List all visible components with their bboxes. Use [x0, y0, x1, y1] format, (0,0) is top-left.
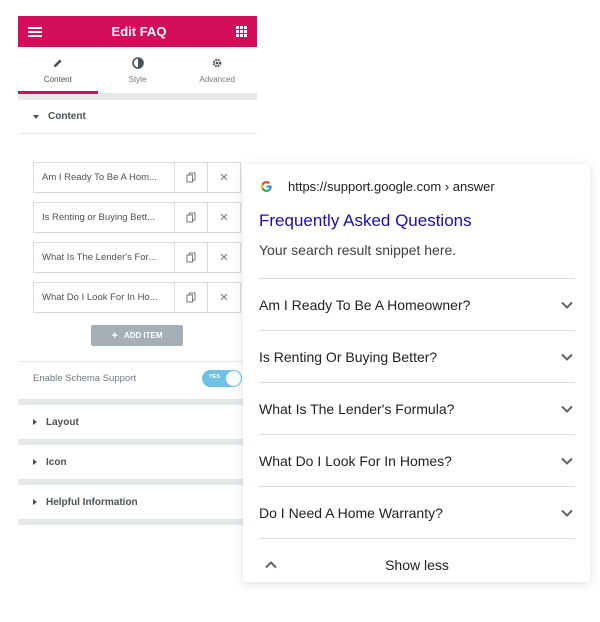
section-content-label: Content — [48, 111, 86, 122]
show-less-label: Show less — [385, 556, 449, 573]
chevron-down-icon — [559, 297, 575, 313]
close-icon[interactable]: ✕ — [207, 163, 240, 192]
caret-right-icon — [33, 419, 37, 425]
schema-support-row: Enable Schema Support YES — [18, 361, 257, 394]
widgets-grid-icon[interactable] — [235, 26, 247, 37]
google-logo-icon — [261, 181, 272, 192]
chevron-up-icon — [263, 557, 279, 573]
repeater-item-title[interactable]: What Do I Look For In Ho... — [34, 283, 174, 312]
toggle-state-label: YES — [209, 373, 221, 380]
faq-question-text: Do I Need A Home Warranty? — [259, 504, 443, 521]
section-layout-header[interactable]: Layout — [18, 405, 257, 439]
plus-icon: + — [111, 329, 118, 342]
tab-content[interactable]: Content — [18, 47, 98, 94]
faq-question[interactable]: Do I Need A Home Warranty? — [259, 486, 575, 538]
tab-content-label: Content — [43, 75, 72, 84]
section-helpful-info-label: Helpful Information — [46, 496, 138, 508]
hamburger-menu-icon[interactable] — [28, 26, 42, 37]
faq-question[interactable]: What Is The Lender's Formula? — [259, 382, 575, 434]
duplicate-icon[interactable] — [174, 283, 207, 312]
chevron-down-icon — [559, 349, 575, 365]
duplicate-icon[interactable] — [174, 203, 207, 232]
duplicate-icon[interactable] — [174, 163, 207, 192]
faq-question[interactable]: Am I Ready To Be A Homeowner? — [259, 278, 575, 330]
panel-title: Edit FAQ — [111, 24, 167, 39]
faq-question-text: What Do I Look For In Homes? — [259, 452, 452, 469]
caret-down-icon — [33, 114, 39, 119]
repeater-list: Am I Ready To Be A Hom... ✕ Is Renting o… — [33, 162, 241, 322]
close-icon[interactable]: ✕ — [207, 243, 240, 272]
editor-panel: Edit FAQ Content Style Advanced Content — [18, 16, 257, 525]
section-icon-header[interactable]: Icon — [18, 445, 257, 479]
repeater-item: What Is The Lender's For... ✕ — [33, 242, 241, 273]
show-less-button[interactable]: Show less — [259, 538, 575, 590]
gear-icon — [211, 56, 223, 70]
search-result-card: https://support.google.com › answer Freq… — [243, 164, 590, 582]
close-icon[interactable]: ✕ — [207, 203, 240, 232]
section-icon-label: Icon — [46, 456, 67, 468]
repeater-item: Am I Ready To Be A Hom... ✕ — [33, 162, 241, 193]
chevron-down-icon — [559, 401, 575, 417]
repeater-item-title[interactable]: What Is The Lender's For... — [34, 243, 174, 272]
add-item-label: ADD ITEM — [123, 331, 163, 340]
section-divider — [18, 519, 257, 525]
half-circle-icon — [131, 56, 144, 70]
faq-question-text: What Is The Lender's Formula? — [259, 400, 455, 417]
faq-question-text: Is Renting Or Buying Better? — [259, 348, 438, 365]
faq-list: Am I Ready To Be A Homeowner? Is Renting… — [259, 278, 575, 590]
duplicate-icon[interactable] — [174, 243, 207, 272]
schema-support-label: Enable Schema Support — [33, 372, 136, 384]
tab-style[interactable]: Style — [98, 47, 178, 93]
repeater-item-title[interactable]: Am I Ready To Be A Hom... — [34, 163, 174, 192]
chevron-down-icon — [559, 453, 575, 469]
toggle-knob — [226, 370, 241, 386]
caret-right-icon — [33, 459, 37, 465]
section-helpful-info-header[interactable]: Helpful Information — [18, 485, 257, 519]
tab-style-label: Style — [128, 75, 147, 84]
result-url-row: https://support.google.com › answer — [260, 179, 495, 194]
faq-question-text: Am I Ready To Be A Homeowner? — [259, 296, 471, 313]
schema-support-toggle[interactable]: YES — [202, 369, 242, 387]
result-url[interactable]: https://support.google.com › answer — [288, 179, 495, 194]
add-item-button[interactable]: + ADD ITEM — [91, 325, 183, 346]
chevron-down-icon — [559, 505, 575, 521]
result-snippet: Your search result snippet here. — [259, 242, 457, 258]
repeater-item-title[interactable]: Is Renting or Buying Bett... — [34, 203, 174, 232]
faq-question[interactable]: What Do I Look For In Homes? — [259, 434, 575, 486]
faq-question[interactable]: Is Renting Or Buying Better? — [259, 330, 575, 382]
repeater-item: What Do I Look For In Ho... ✕ — [33, 282, 241, 313]
panel-tabs: Content Style Advanced — [18, 47, 257, 94]
close-icon[interactable]: ✕ — [207, 283, 240, 312]
repeater-item: Is Renting or Buying Bett... ✕ — [33, 202, 241, 233]
result-title-link[interactable]: Frequently Asked Questions — [259, 211, 472, 231]
panel-header: Edit FAQ — [18, 16, 257, 47]
tab-advanced[interactable]: Advanced — [177, 47, 257, 93]
collapsed-sections: Layout Icon Helpful Information — [18, 399, 257, 525]
section-content-header[interactable]: Content — [18, 100, 257, 134]
caret-right-icon — [33, 499, 37, 505]
section-layout-label: Layout — [46, 416, 79, 428]
pencil-icon — [52, 56, 63, 70]
tab-advanced-label: Advanced — [199, 75, 235, 84]
